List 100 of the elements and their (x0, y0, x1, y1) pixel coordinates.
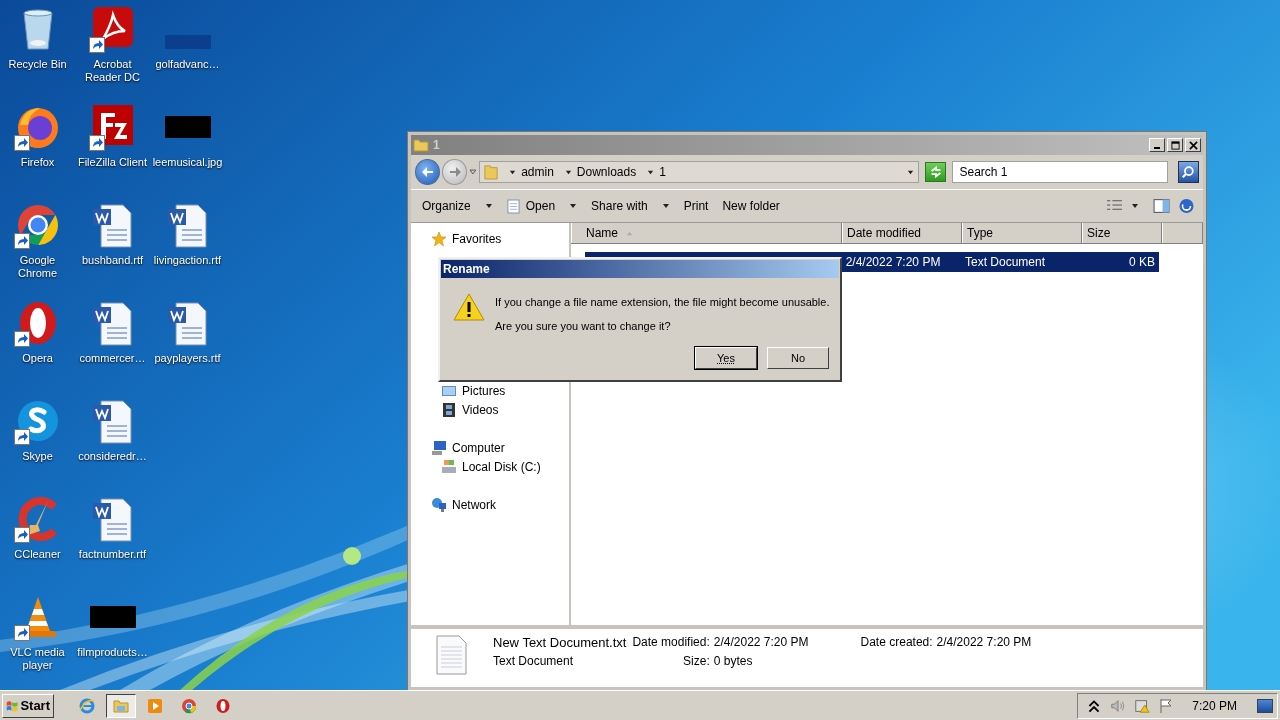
dialog-button[interactable]: Yes (695, 347, 757, 369)
window-title: 1 (433, 138, 440, 152)
desktop-icon[interactable]: Skype (0, 397, 75, 495)
file-name: New Text Document.txt (493, 635, 627, 650)
breadcrumb[interactable]: 1 (659, 165, 666, 179)
caret-icon (469, 168, 478, 176)
column-header[interactable]: Size (1082, 223, 1162, 243)
network-warning-icon[interactable] (1134, 697, 1151, 714)
star-icon (431, 230, 447, 247)
nav-item[interactable]: Computer (411, 438, 569, 457)
desktop-icon[interactable]: consideredr… (75, 397, 150, 495)
toolbar-button[interactable]: Organize (417, 197, 498, 215)
caret-icon (569, 202, 578, 210)
desktop-icon[interactable]: commercer… (75, 299, 150, 397)
desktop-icon[interactable]: factnumber.rtf (75, 495, 150, 593)
desktop-icon[interactable]: livingaction.rtf (150, 201, 225, 299)
desktop-icon[interactable]: Recycle Bin (0, 5, 75, 103)
caret-icon (661, 202, 670, 210)
folder-icon (113, 697, 129, 714)
desktop-icon[interactable]: Google Chrome (0, 201, 75, 299)
desktop-icon[interactable]: VLC media player (0, 593, 75, 691)
field-label: Size: (682, 654, 710, 668)
folder-icon (413, 137, 429, 153)
dialog-message: Are you sure you want to change it? (495, 320, 672, 332)
browser-icon (215, 697, 231, 714)
table-cell-text: Text Document (964, 255, 1047, 269)
caret-icon (907, 168, 915, 176)
desktop-icon[interactable]: golfadvanc… (150, 5, 225, 103)
browser-icon (79, 697, 95, 714)
field-value: 2/4/2022 7:20 PM (936, 635, 1032, 649)
desktop-icon[interactable]: filmproducts… (75, 593, 150, 691)
table-cell-text: 2/4/2022 7:20 PM (844, 255, 942, 269)
clock[interactable]: 7:20 PM (1192, 698, 1237, 713)
toolbar-button[interactable]: Open (501, 196, 583, 216)
help-icon (1178, 198, 1195, 214)
desktop-icon[interactable]: CCleaner (0, 495, 75, 593)
film-icon (441, 401, 457, 418)
column-header[interactable]: Type (962, 223, 1082, 243)
caret-icon (1131, 202, 1139, 210)
field-value: 2/4/2022 7:20 PM (713, 635, 809, 649)
notepad-icon (506, 198, 520, 214)
image-thumbnail-icon (164, 35, 211, 49)
search-field[interactable]: Search 1 (952, 161, 1168, 183)
field-value: 0 bytes (713, 654, 754, 668)
breadcrumb[interactable]: Downloads (576, 165, 637, 179)
preview-pane-button[interactable] (1151, 196, 1172, 216)
pane-icon (1153, 198, 1170, 214)
forward-button[interactable] (442, 159, 468, 185)
refresh-icon (928, 165, 943, 179)
text-file-icon (435, 635, 467, 675)
desktop-icon[interactable]: leemusical.jpg (150, 103, 225, 201)
toolbar-button[interactable]: Print (678, 197, 714, 215)
field-label: Date created: (860, 635, 933, 649)
folder-icon (484, 163, 499, 181)
desktop-icon[interactable]: bushband.rtf (75, 201, 150, 299)
desktop-icon[interactable]: Opera (0, 299, 75, 397)
breadcrumb[interactable]: admin (521, 165, 554, 179)
file-type: Text Document (493, 654, 575, 668)
caret-icon (647, 168, 655, 176)
start-button[interactable]: Start (2, 693, 54, 718)
caret-icon (484, 202, 493, 210)
warning-icon (453, 292, 485, 322)
table-cell-text: 0 KB (1128, 255, 1156, 269)
nav-item[interactable]: Videos (411, 400, 569, 419)
media-player-icon (147, 697, 163, 714)
show-desktop-button[interactable] (1257, 698, 1273, 713)
column-header[interactable] (1162, 223, 1203, 243)
desktop-icon[interactable]: Firefox (0, 103, 75, 201)
nav-item[interactable]: Local Disk (C:) (411, 457, 569, 476)
address-bar[interactable]: admin Downloads 1 (479, 161, 920, 183)
caret-icon (564, 168, 572, 176)
network-icon (431, 496, 447, 513)
search-button[interactable] (1177, 161, 1199, 183)
toolbar-button[interactable]: Share with (586, 197, 675, 215)
toolbar-button[interactable]: New folder (717, 197, 785, 215)
desktop-icon[interactable]: FileZilla Client (75, 103, 150, 201)
image-thumbnail-icon (164, 116, 211, 138)
nav-item[interactable]: Network (411, 495, 569, 514)
minimize-button[interactable] (1149, 138, 1165, 152)
dialog-button[interactable]: No (767, 347, 829, 369)
image-thumbnail-icon (89, 606, 136, 628)
column-header[interactable]: Date modified (842, 223, 962, 243)
field-label: Date modified: (632, 635, 710, 649)
back-button[interactable] (415, 159, 441, 185)
taskbar-button[interactable] (106, 693, 136, 718)
dialog-message: If you change a file name extension, the file might become unusable. (495, 296, 830, 308)
column-header[interactable]: Name (571, 223, 842, 243)
computer-icon (431, 439, 447, 456)
nav-item[interactable]: Favorites (411, 229, 569, 248)
caret-icon (509, 168, 517, 176)
refresh-button[interactable] (925, 162, 947, 182)
drive-icon (441, 458, 457, 475)
maximize-button[interactable] (1167, 138, 1183, 152)
search-icon (1181, 165, 1196, 179)
close-button[interactable] (1185, 138, 1201, 152)
desktop-icon[interactable]: Acrobat Reader DC (75, 5, 150, 103)
close-icon (1188, 140, 1198, 150)
nav-item[interactable]: Pictures (411, 381, 569, 400)
dialog-title: Rename (441, 260, 839, 278)
desktop-icon[interactable]: payplayers.rtf (150, 299, 225, 397)
